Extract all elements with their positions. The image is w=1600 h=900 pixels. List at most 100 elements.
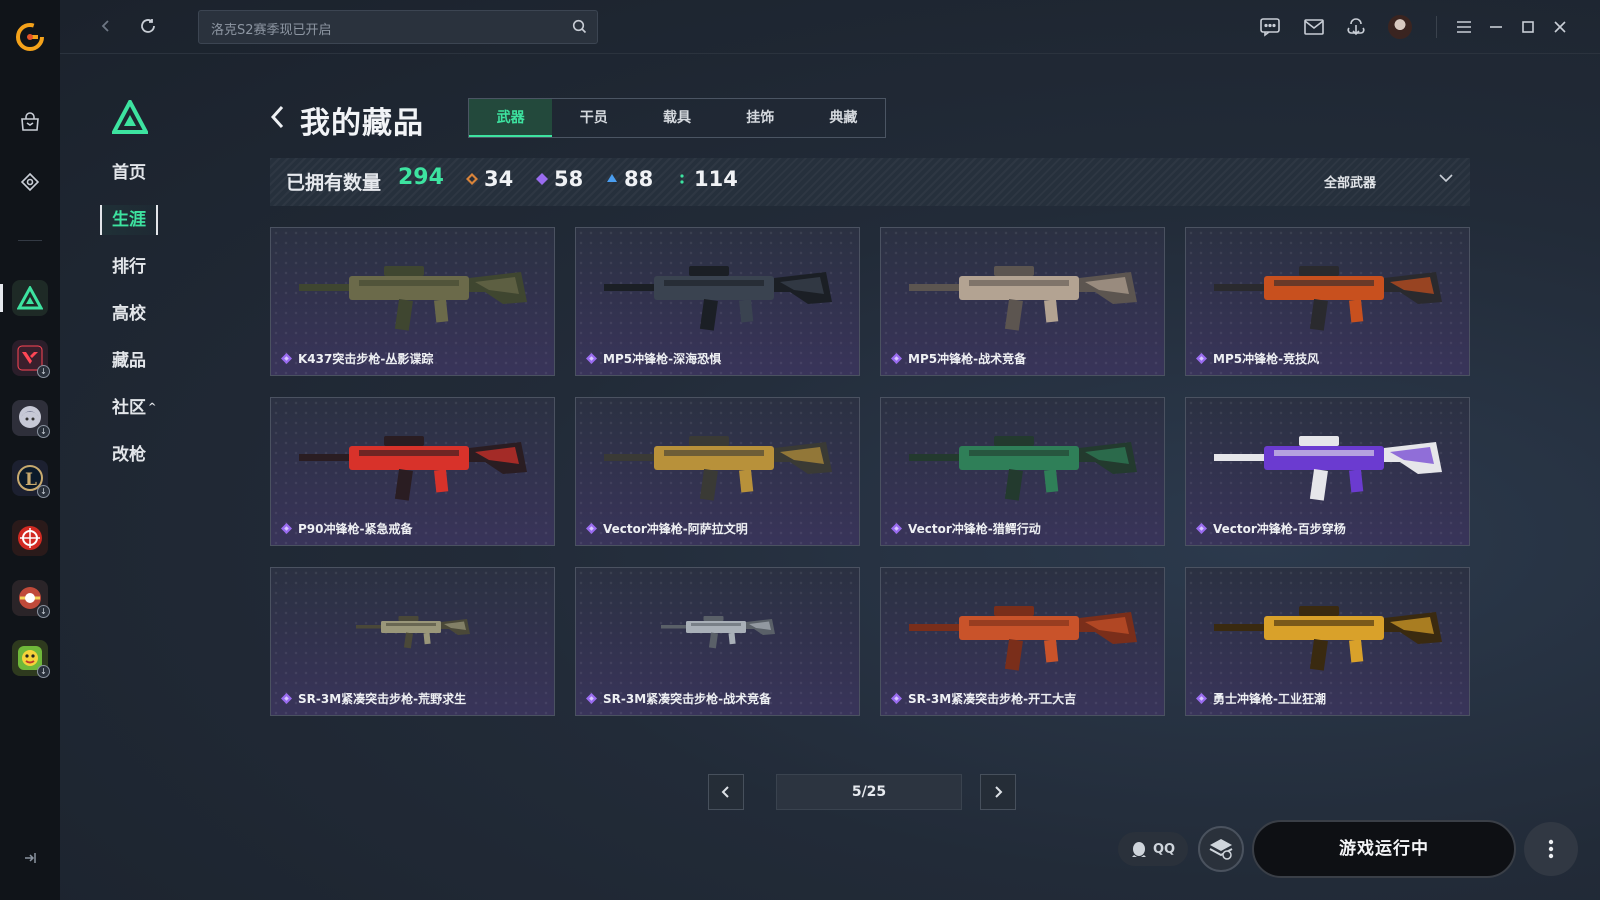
close-icon[interactable] [1548, 14, 1572, 40]
tag-icon[interactable] [14, 166, 46, 198]
owned-count-label: 已拥有数量 [286, 172, 382, 194]
weapon-image [661, 616, 775, 649]
game-qq-speed-icon[interactable]: ↓ [12, 580, 50, 618]
game-anime-icon[interactable]: ↓ [12, 400, 50, 438]
item-name-row: SR-3M紧凑突击步枪-荒野求生 [281, 690, 466, 707]
collection-item-card[interactable]: P90冲锋枪-紧急戒备 [270, 397, 555, 546]
download-badge-icon: ↓ [37, 605, 50, 618]
weapon-image [1214, 436, 1442, 501]
weapon-filter-dropdown[interactable]: 全部武器 [1324, 172, 1454, 191]
accelerator-button[interactable] [1198, 826, 1244, 872]
delta-force-logo-icon [110, 97, 150, 134]
item-name: SR-3M紧凑突击步枪-荒野求生 [298, 692, 467, 706]
weapon-image [1214, 606, 1442, 671]
more-vertical-icon [1548, 839, 1554, 859]
item-name-row: MP5冲锋枪-深海恐惧 [586, 350, 721, 367]
rarity-stat-orange: 34 [466, 167, 513, 191]
item-name: 勇士冲锋枪-工业狂潮 [1213, 692, 1326, 706]
weapon-image [299, 266, 527, 331]
page-indicator: 5/25 [776, 774, 962, 810]
next-page-button[interactable] [980, 774, 1016, 810]
item-name-row: MP5冲锋枪-竞技风 [1196, 350, 1319, 367]
chevron-left-icon [721, 786, 729, 798]
collapse-sidebar-icon[interactable] [18, 846, 42, 870]
store-icon[interactable] [14, 106, 46, 138]
download-badge-icon: ↓ [37, 665, 50, 678]
rarity-count: 114 [694, 167, 738, 191]
refresh-icon[interactable] [136, 14, 160, 38]
rarity-diamond-icon [1196, 523, 1207, 534]
qq-button[interactable]: QQ [1118, 832, 1188, 866]
maximize-icon[interactable] [1516, 14, 1540, 40]
game-crossfire-icon[interactable] [12, 520, 48, 556]
collection-item-card[interactable]: MP5冲锋枪-竞技风 [1185, 227, 1470, 376]
rarity-diamond-icon [891, 523, 902, 534]
menu-item-gunsmith[interactable]: 改枪 [112, 440, 182, 470]
launcher-logo-icon[interactable] [15, 22, 45, 52]
category-tabs: 武器 干员 载具 挂饰 典藏 [468, 98, 886, 138]
rarity-stat-blue: 88 [606, 167, 653, 191]
game-qq-party-icon[interactable]: ↓ [12, 640, 50, 678]
collection-item-card[interactable]: Vector冲锋枪-猎鳄行动 [880, 397, 1165, 546]
collection-item-card[interactable]: SR-3M紧凑突击步枪-战术竞备 [575, 567, 860, 716]
game-delta-force-icon[interactable] [12, 280, 48, 316]
avatar[interactable] [1386, 14, 1414, 40]
collection-item-card[interactable]: MP5冲锋枪-战术竞备 [880, 227, 1165, 376]
more-options-button[interactable] [1524, 822, 1578, 876]
rarity-diamond-icon [586, 353, 597, 364]
menu-item-home[interactable]: 首页 [112, 158, 182, 188]
search-icon[interactable] [572, 19, 587, 38]
game-league-icon[interactable]: L ↓ [12, 460, 50, 498]
page-back-icon[interactable] [268, 104, 288, 134]
collection-item-card[interactable]: Vector冲锋枪-百步穿杨 [1185, 397, 1470, 546]
menu-item-collection[interactable]: 藏品 [112, 346, 182, 376]
search-placeholder: 洛克S2赛季现已开启 [211, 23, 332, 38]
launch-game-button[interactable]: 游戏运行中 [1252, 820, 1516, 878]
menu-icon[interactable] [1452, 14, 1476, 40]
tab-charms[interactable]: 挂饰 [719, 99, 802, 137]
collection-item-card[interactable]: SR-3M紧凑突击步枪-荒野求生 [270, 567, 555, 716]
collection-item-card[interactable]: Vector冲锋枪-阿萨拉文明 [575, 397, 860, 546]
download-icon[interactable] [1342, 14, 1370, 40]
main-area: 洛克S2赛季现已开启 首页 生涯 排行 高校 藏品 社区 ^ 改枪 我的藏品 武… [60, 0, 1600, 900]
back-nav-icon[interactable] [94, 14, 118, 38]
item-name: K437突击步枪-丛影谍踪 [298, 352, 434, 366]
item-name-row: Vector冲锋枪-百步穿杨 [1196, 520, 1346, 537]
svg-text:L: L [25, 470, 37, 490]
top-divider [1436, 16, 1437, 38]
page-title: 我的藏品 [300, 106, 424, 141]
menu-item-college[interactable]: 高校 [112, 299, 182, 329]
item-name: MP5冲锋枪-竞技风 [1213, 352, 1320, 366]
layers-icon [1209, 839, 1233, 860]
app-rail: ↓ ↓ L ↓ ↓ ↓ [0, 0, 60, 900]
menu-item-ranking[interactable]: 排行 [112, 252, 182, 282]
item-name-row: Vector冲锋枪-阿萨拉文明 [586, 520, 748, 537]
weapon-image [604, 436, 832, 501]
tab-weapons[interactable]: 武器 [469, 99, 553, 137]
collection-item-card[interactable]: 勇士冲锋枪-工业狂潮 [1185, 567, 1470, 716]
tab-vehicles[interactable]: 载具 [635, 99, 718, 137]
collection-item-card[interactable]: SR-3M紧凑突击步枪-开工大吉 [880, 567, 1165, 716]
item-name: SR-3M紧凑突击步枪-开工大吉 [908, 692, 1077, 706]
weapon-image [909, 606, 1137, 671]
item-name: SR-3M紧凑突击步枪-战术竞备 [603, 692, 772, 706]
rarity-diamond-icon [891, 693, 902, 704]
collection-item-card[interactable]: MP5冲锋枪-深海恐惧 [575, 227, 860, 376]
search-input[interactable]: 洛克S2赛季现已开启 [198, 10, 598, 44]
tab-operators[interactable]: 干员 [552, 99, 635, 137]
rail-active-indicator [0, 284, 3, 312]
caret-up-icon: ^ [148, 402, 157, 413]
menu-item-career[interactable]: 生涯 [100, 205, 158, 235]
menu-item-community[interactable]: 社区 ^ [112, 393, 182, 423]
game-valorant-icon[interactable]: ↓ [12, 340, 50, 378]
weapon-filter-value: 全部武器 [1324, 176, 1377, 191]
chat-icon[interactable] [1256, 14, 1284, 40]
prev-page-button[interactable] [708, 774, 744, 810]
collection-item-card[interactable]: K437突击步枪-丛影谍踪 [270, 227, 555, 376]
rarity-stat-purple: 58 [536, 167, 583, 191]
qq-penguin-icon [1131, 842, 1146, 857]
minimize-icon[interactable] [1484, 14, 1508, 40]
tab-collection[interactable]: 典藏 [802, 99, 885, 137]
mail-icon[interactable] [1300, 14, 1328, 40]
weapon-image [909, 266, 1137, 331]
